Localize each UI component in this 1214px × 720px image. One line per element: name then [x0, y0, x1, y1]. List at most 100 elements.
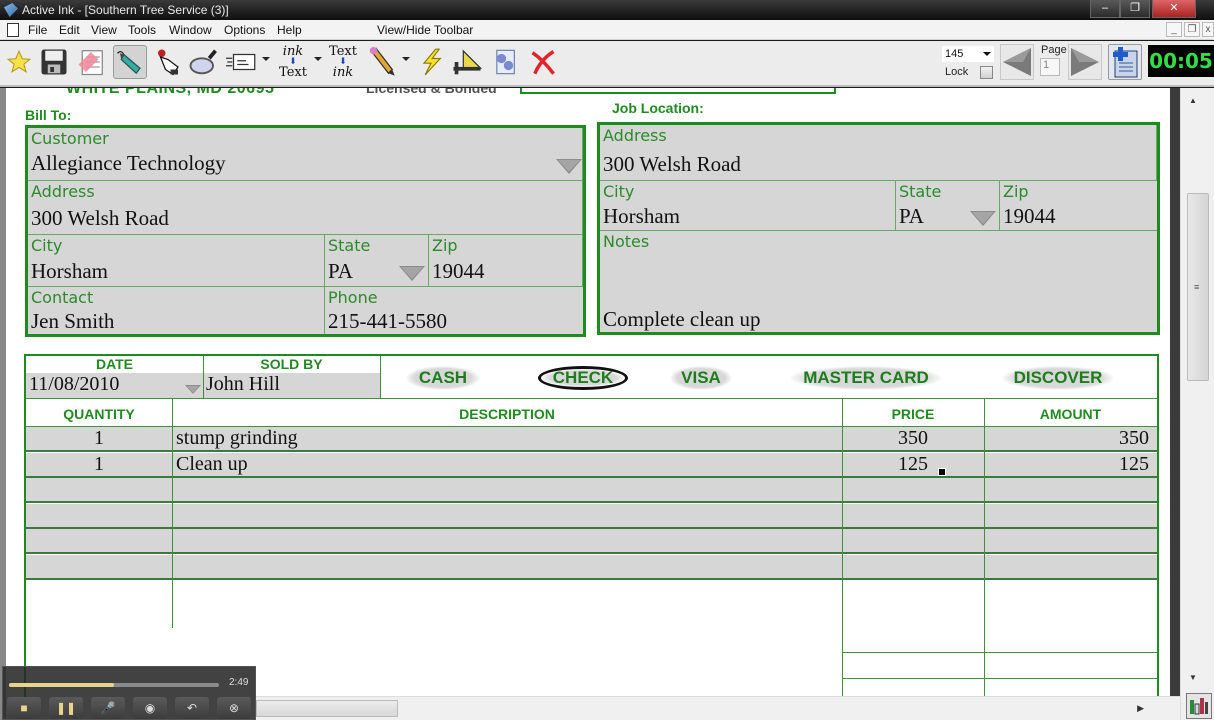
webcam-button[interactable]: ◉ [133, 697, 167, 719]
pause-recording-button[interactable]: ❚❚ [49, 697, 83, 719]
description-cell[interactable]: stump grinding [176, 427, 836, 450]
bill-zip-field[interactable]: Zip 19044 [429, 235, 583, 287]
price-cell[interactable] [842, 555, 984, 578]
payment-cash[interactable]: CASH [406, 366, 480, 390]
document-icon[interactable] [7, 23, 19, 37]
scroll-up-icon[interactable]: ▲ [1189, 96, 1197, 105]
pen-tool-button[interactable] [113, 45, 147, 79]
date-field[interactable]: 11/08/2010 [26, 373, 203, 398]
job-state-field[interactable]: State PA [896, 181, 1000, 231]
text-to-ink-button[interactable]: Text ⬇ ink [326, 44, 360, 80]
payment-visa[interactable]: VISA [670, 366, 732, 390]
bill-address-field[interactable]: Address 300 Welsh Road [28, 181, 583, 235]
quantity-cell[interactable] [26, 555, 172, 578]
menu-view[interactable]: View [91, 23, 117, 37]
pencil-dropdown[interactable] [402, 57, 410, 61]
menu-file[interactable]: File [28, 23, 47, 37]
add-page-button[interactable] [1108, 44, 1142, 80]
line-item-row[interactable] [26, 529, 1157, 554]
payment-master-card[interactable]: MASTER CARD [790, 366, 942, 390]
h-scroll-thumb[interactable] [256, 700, 398, 717]
pencil-button[interactable] [364, 45, 398, 79]
menu-options[interactable]: Options [224, 23, 265, 37]
favorites-button[interactable] [2, 45, 36, 79]
scroll-down-icon[interactable]: ▼ [1189, 673, 1197, 682]
bill-city-field[interactable]: City Horsham [28, 235, 325, 287]
line-item-row[interactable] [842, 605, 1157, 631]
previous-page-button[interactable] [1000, 44, 1034, 80]
payment-check[interactable]: CHECK [538, 366, 628, 390]
description-cell[interactable] [176, 529, 836, 552]
mdi-restore-button[interactable]: ❐ [1184, 22, 1200, 37]
maximize-button[interactable]: ❐ [1120, 0, 1150, 18]
state-dropdown-icon[interactable] [399, 266, 425, 281]
amount-cell[interactable] [984, 606, 1149, 629]
description-cell[interactable] [176, 555, 836, 578]
price-cell[interactable]: 125 [842, 453, 984, 476]
send-button[interactable] [224, 45, 258, 79]
minimize-button[interactable]: – [1090, 0, 1120, 18]
menu-edit[interactable]: Edit [59, 23, 80, 37]
quantity-cell[interactable]: 1 [26, 427, 172, 450]
ink-to-text-dropdown[interactable] [314, 57, 322, 61]
quantity-cell[interactable] [26, 478, 172, 501]
customer-dropdown-icon[interactable] [556, 159, 582, 174]
price-cell[interactable] [842, 478, 984, 501]
payment-discover[interactable]: DISCOVER [1002, 366, 1114, 390]
amount-cell[interactable]: 350 [984, 427, 1149, 450]
zoom-select[interactable]: 145 [942, 46, 994, 62]
page-settings-button[interactable] [488, 45, 522, 79]
ruler-button[interactable] [450, 45, 484, 79]
document-canvas[interactable]: WHITE PLAINS, MD 20695 Licensed & Bonded… [0, 88, 1180, 720]
send-dropdown[interactable] [262, 57, 270, 61]
amount-cell[interactable] [984, 478, 1149, 501]
sold-by-field[interactable]: John Hill [203, 373, 380, 398]
amount-cell[interactable] [984, 580, 1149, 603]
notes-field[interactable]: Notes Complete clean up [600, 231, 1157, 332]
menu-help[interactable]: Help [277, 23, 302, 37]
horizontal-scrollbar[interactable]: ▶ [256, 696, 1180, 720]
line-item-row[interactable] [26, 503, 1157, 529]
scroll-thumb[interactable]: ≡ [1187, 193, 1209, 381]
price-cell[interactable] [842, 606, 984, 629]
bill-state-field[interactable]: State PA [325, 235, 429, 287]
amount-cell[interactable] [984, 529, 1149, 552]
contact-field[interactable]: Contact Jen Smith [28, 287, 325, 334]
line-item-row[interactable] [26, 554, 1157, 580]
menu-window[interactable]: Window [169, 23, 212, 37]
vertical-scrollbar[interactable]: ▲ ≡ ▼ [1180, 88, 1214, 720]
quantity-cell[interactable] [26, 529, 172, 552]
job-city-field[interactable]: City Horsham [600, 181, 896, 231]
price-cell[interactable] [842, 580, 984, 603]
line-item-row[interactable]: 1 stump grinding 350 350 [26, 427, 1157, 452]
amount-cell[interactable] [984, 504, 1149, 527]
view-hide-toolbar[interactable]: View/Hide Toolbar [377, 23, 473, 37]
lock-checkbox[interactable] [980, 66, 993, 79]
job-zip-field[interactable]: Zip 19044 [1000, 181, 1157, 231]
amount-cell[interactable]: 125 [984, 453, 1149, 476]
price-cell[interactable] [842, 504, 984, 527]
customer-field[interactable]: Customer Allegiance Technology [28, 128, 583, 181]
cancel-recording-button[interactable]: ⊗ [217, 697, 251, 719]
save-button[interactable] [37, 45, 71, 79]
mdi-close-button[interactable]: x [1202, 22, 1214, 37]
scroll-right-icon[interactable]: ▶ [1137, 703, 1144, 714]
eraser-button[interactable] [74, 45, 108, 79]
library-button[interactable] [1186, 693, 1212, 719]
line-item-row[interactable]: 1 Clean up 125 125 [26, 452, 1157, 478]
next-page-button[interactable] [1068, 44, 1102, 80]
description-cell[interactable] [176, 478, 836, 501]
ink-to-text-button[interactable]: ink ⬇ Text [276, 44, 310, 80]
microphone-button[interactable]: 🎤 [91, 697, 125, 719]
select-button[interactable] [151, 45, 185, 79]
line-item-row[interactable] [26, 478, 1157, 503]
job-address-field[interactable]: Address 300 Welsh Road [600, 125, 1157, 181]
lightning-button[interactable] [414, 45, 448, 79]
close-window-button[interactable]: ✕ [1152, 0, 1196, 18]
page-number-field[interactable]: 1 [1040, 58, 1060, 76]
line-item-row[interactable] [842, 580, 1157, 605]
quantity-cell[interactable] [26, 504, 172, 527]
date-dropdown-icon[interactable] [185, 385, 201, 394]
price-cell[interactable] [842, 529, 984, 552]
menu-tools[interactable]: Tools [128, 23, 156, 37]
